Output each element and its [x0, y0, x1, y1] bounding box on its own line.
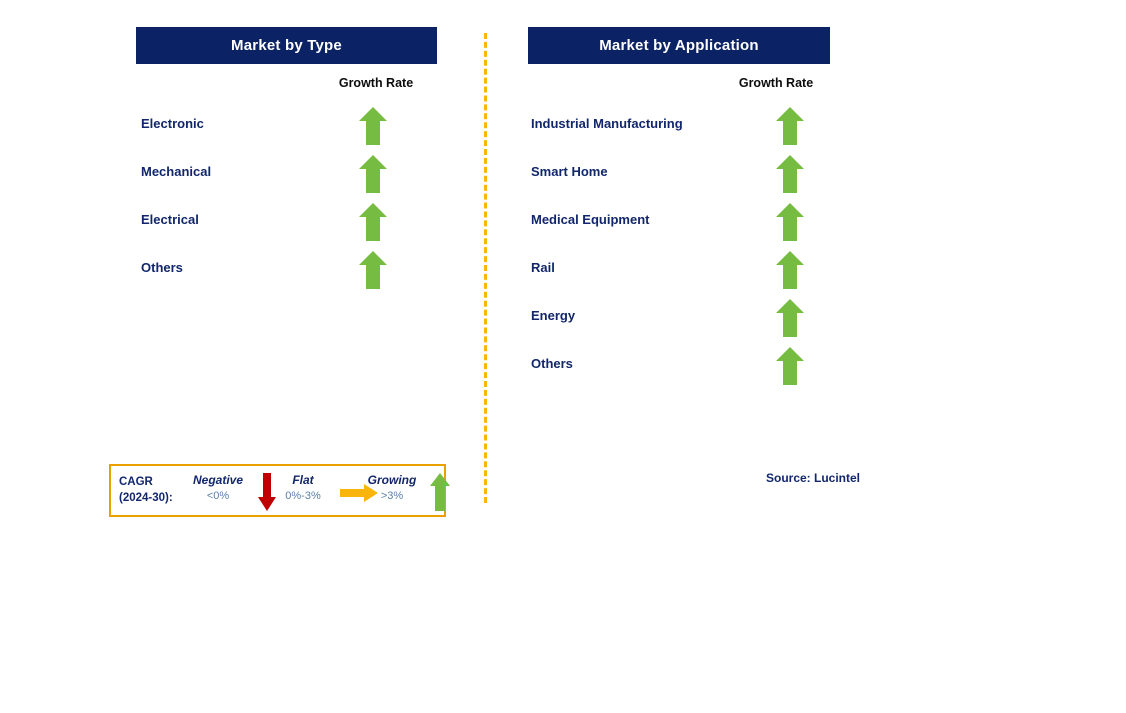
- arrow-up-icon: [429, 472, 451, 512]
- growth-rate-column-label-application: Growth Rate: [738, 76, 814, 90]
- segment-label: Industrial Manufacturing: [531, 116, 683, 131]
- segment-row: Industrial Manufacturing: [531, 106, 831, 154]
- segment-row: Others: [141, 250, 431, 298]
- segment-row: Electronic: [141, 106, 431, 154]
- arrow-up-icon: [358, 106, 388, 146]
- panel-header-market-by-application: Market by Application: [528, 27, 830, 64]
- source-note: Source: Lucintel: [766, 471, 861, 485]
- legend-range: >3%: [380, 490, 404, 502]
- segment-label: Electronic: [141, 116, 204, 131]
- legend-range: 0%-3%: [285, 490, 321, 502]
- segment-label: Energy: [531, 308, 576, 323]
- panel-title-text: Market by Application: [599, 37, 759, 54]
- segment-row: Others: [531, 346, 831, 394]
- arrow-up-icon: [358, 250, 388, 290]
- legend-word: Growing: [367, 473, 417, 487]
- arrow-up-icon: [358, 202, 388, 242]
- segment-label: Mechanical: [141, 164, 212, 179]
- segment-label: Medical Equipment: [531, 212, 650, 227]
- arrow-up-icon: [358, 154, 388, 194]
- legend-word: Negative: [192, 473, 244, 487]
- legend-entry-growing: Growing >3%: [357, 472, 427, 504]
- segment-row: Energy: [531, 298, 831, 346]
- legend-word: Flat: [292, 473, 314, 487]
- arrow-up-icon: [775, 106, 805, 146]
- legend-entry-flat: Flat 0%-3%: [268, 472, 338, 504]
- segment-row: Electrical: [141, 202, 431, 250]
- arrow-up-icon: [775, 154, 805, 194]
- segment-list-market-by-type: Electronic Mechanical Electrical Others: [141, 106, 431, 298]
- segment-label: Others: [141, 260, 183, 275]
- cagr-legend-title-line1: CAGR: [119, 476, 153, 488]
- segment-row: Rail: [531, 250, 831, 298]
- arrow-up-icon: [775, 346, 805, 386]
- infographic-canvas: Market by Type Growth Rate Electronic Me…: [0, 0, 1126, 713]
- legend-range: <0%: [206, 490, 230, 502]
- segment-list-market-by-application: Industrial Manufacturing Smart Home Medi…: [531, 106, 831, 394]
- segment-row: Smart Home: [531, 154, 831, 202]
- panel-title-text: Market by Type: [231, 37, 342, 54]
- segment-label: Rail: [531, 260, 555, 275]
- panel-header-market-by-type: Market by Type: [136, 27, 437, 64]
- cagr-legend-title: CAGR (2024-30):: [119, 474, 173, 506]
- segment-row: Medical Equipment: [531, 202, 831, 250]
- growth-rate-column-label-type: Growth Rate: [338, 76, 414, 90]
- segment-label: Electrical: [141, 212, 199, 227]
- segment-label: Others: [531, 356, 573, 371]
- arrow-up-icon: [775, 298, 805, 338]
- legend-entry-negative: Negative <0%: [183, 472, 253, 504]
- segment-label: Smart Home: [531, 164, 608, 179]
- arrow-up-icon: [775, 250, 805, 290]
- segment-row: Mechanical: [141, 154, 431, 202]
- cagr-legend-title-line2: (2024-30):: [119, 492, 173, 504]
- cagr-legend-box: CAGR (2024-30): Negative <0% Flat 0%-3% …: [109, 464, 450, 517]
- panel-divider-dashed-line: [484, 33, 487, 503]
- arrow-up-icon: [775, 202, 805, 242]
